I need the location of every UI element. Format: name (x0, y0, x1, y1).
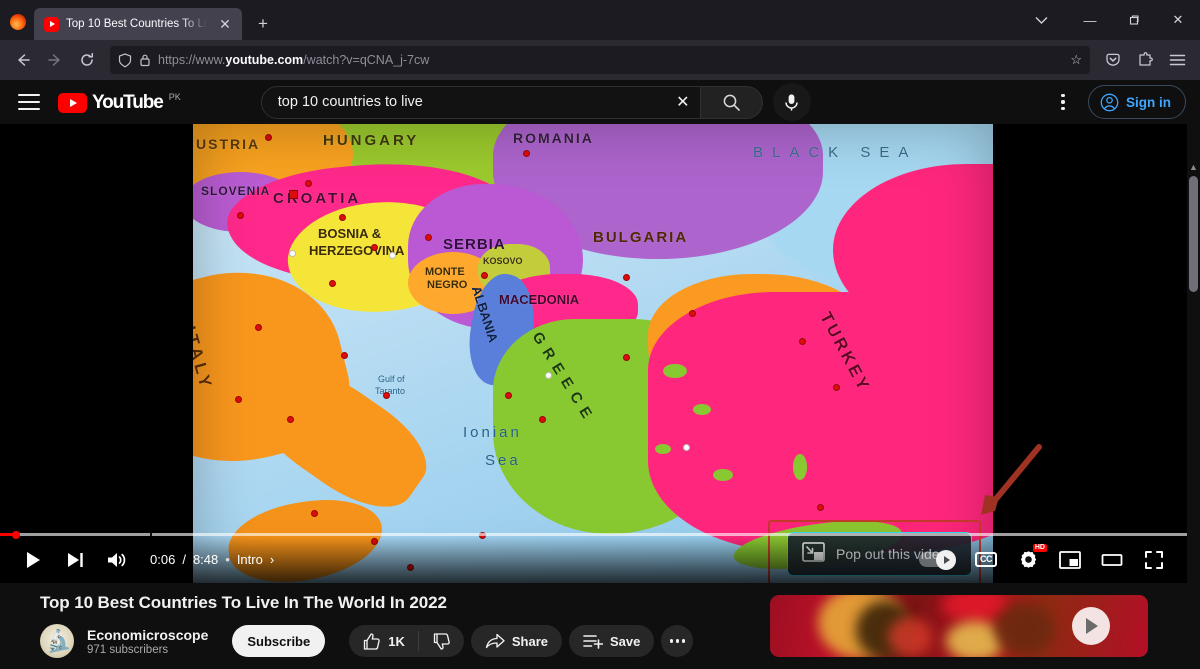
url-text: https://www.youtube.com/watch?v=qCNA_j-7… (158, 53, 429, 67)
youtube-masthead: YouTube PK top 10 countries to live ✕ Si… (0, 80, 1200, 124)
video-actions: 1K Share Save (349, 625, 694, 657)
sign-in-button[interactable]: Sign in (1088, 85, 1186, 119)
dislike-button[interactable] (419, 632, 464, 651)
close-window-button[interactable]: ✕ (1156, 5, 1200, 35)
youtube-wordmark: YouTube (92, 91, 164, 113)
url-protocol: https://www. (158, 53, 226, 67)
youtube-play-icon (58, 92, 87, 113)
share-icon (485, 633, 505, 649)
back-icon[interactable] (8, 45, 38, 75)
thumbnail-play-icon (1072, 607, 1110, 645)
masthead-right: Sign in (1046, 85, 1186, 119)
lock-icon[interactable] (139, 53, 151, 67)
settings-button[interactable]: HD (1007, 538, 1049, 582)
save-button[interactable]: Save (569, 625, 655, 657)
total-time: 8:48 (192, 552, 219, 567)
pocket-icon[interactable] (1098, 45, 1128, 75)
chapter-bullet: • (225, 552, 230, 567)
like-button[interactable]: 1K (349, 632, 418, 651)
like-count: 1K (388, 633, 405, 649)
voice-search-button[interactable] (772, 83, 811, 121)
browser-tab[interactable]: Top 10 Best Countries To Live In... ✕ (34, 8, 242, 40)
settings-kebab-icon[interactable] (1046, 85, 1080, 119)
guide-menu-icon[interactable] (18, 94, 40, 110)
more-dots-icon (669, 639, 686, 643)
subscribe-button[interactable]: Subscribe (232, 625, 326, 657)
time-separator: / (182, 552, 186, 567)
channel-avatar[interactable]: 🔬 (40, 624, 74, 658)
autoplay-toggle[interactable] (919, 549, 956, 570)
chapter-name[interactable]: Intro (237, 552, 263, 567)
country-code-label: PK (168, 91, 181, 102)
account-circle-icon (1100, 93, 1119, 111)
search-area: top 10 countries to live ✕ (260, 83, 811, 121)
annotation-arrow-icon (975, 439, 1047, 519)
fullscreen-button[interactable] (1133, 538, 1175, 582)
volume-button[interactable] (96, 538, 138, 582)
browser-titlebar: Top 10 Best Countries To Live In... ✕ + … (0, 0, 1200, 40)
theater-mode-button[interactable] (1091, 538, 1133, 582)
new-tab-button[interactable]: + (252, 13, 274, 35)
app-menu-icon[interactable] (1162, 45, 1192, 75)
microscope-icon: 🔬 (42, 627, 72, 655)
browser-navbar: https://www.youtube.com/watch?v=qCNA_j-7… (0, 40, 1200, 80)
play-button[interactable] (12, 538, 54, 582)
scrollbar-thumb[interactable] (1189, 176, 1198, 292)
reload-icon[interactable] (72, 45, 102, 75)
next-video-button[interactable] (54, 538, 96, 582)
tab-close-icon[interactable]: ✕ (214, 13, 236, 35)
sign-in-label: Sign in (1126, 94, 1171, 110)
subscriber-count: 971 subscribers (87, 643, 169, 656)
sidebar-thumbnail[interactable] (770, 595, 1148, 657)
video-info-section: Top 10 Best Countries To Live In The Wor… (0, 583, 1200, 669)
tab-title: Top 10 Best Countries To Live In... (66, 18, 207, 30)
captions-button[interactable]: CC (965, 538, 1007, 582)
captions-label: CC (975, 552, 997, 567)
channel-info[interactable]: Economicroscope 971 subscribers (87, 627, 208, 656)
list-all-tabs-icon[interactable] (1014, 5, 1068, 35)
url-path: /watch?v=qCNA_j-7cw (303, 53, 430, 67)
thumbs-down-icon (433, 632, 450, 650)
player-controls: 0:06 / 8:48 • Intro › CC HD (0, 536, 1187, 583)
scroll-up-arrow[interactable]: ▲ (1187, 160, 1200, 174)
miniplayer-button[interactable] (1049, 538, 1091, 582)
save-label: Save (610, 633, 641, 649)
bookmark-star-icon[interactable]: ☆ (1070, 52, 1082, 68)
forward-icon[interactable] (40, 45, 70, 75)
clear-search-icon[interactable]: ✕ (666, 92, 700, 112)
youtube-logo[interactable]: YouTube PK (58, 91, 181, 114)
page-scrollbar[interactable]: ▲ ▼ (1187, 160, 1200, 669)
video-player[interactable]: USTRIA HUNGARY ROMANIA SLOVENIA CROATIA … (0, 124, 1187, 583)
chapter-chevron-icon[interactable]: › (270, 552, 274, 567)
save-playlist-icon (583, 634, 603, 649)
share-label: Share (511, 633, 548, 649)
youtube-page: YouTube PK top 10 countries to live ✕ Si… (0, 80, 1200, 669)
video-frame: USTRIA HUNGARY ROMANIA SLOVENIA CROATIA … (193, 124, 993, 583)
minimize-button[interactable]: — (1068, 5, 1112, 35)
search-button[interactable] (700, 85, 763, 119)
extensions-icon[interactable] (1130, 45, 1160, 75)
quality-hd-badge: HD (1032, 543, 1047, 552)
browser-window: Top 10 Best Countries To Live In... ✕ + … (0, 0, 1200, 669)
youtube-favicon-icon (44, 16, 59, 32)
search-input[interactable]: top 10 countries to live (278, 94, 666, 110)
url-domain: youtube.com (225, 53, 304, 67)
search-box[interactable]: top 10 countries to live ✕ (260, 85, 701, 119)
restore-button[interactable] (1112, 5, 1156, 35)
firefox-logo-icon (10, 14, 26, 30)
current-time: 0:06 (150, 552, 176, 567)
time-display: 0:06 / 8:48 • Intro › (150, 552, 274, 567)
autoplay-knob (936, 549, 956, 570)
channel-name[interactable]: Economicroscope (87, 627, 208, 643)
thumbs-up-icon (364, 632, 380, 650)
player-controls-right: CC HD (909, 538, 1175, 582)
share-button[interactable]: Share (470, 625, 562, 657)
more-actions-button[interactable] (661, 625, 694, 657)
address-bar[interactable]: https://www.youtube.com/watch?v=qCNA_j-7… (110, 46, 1090, 74)
window-controls: — ✕ (1014, 5, 1200, 35)
like-dislike-group: 1K (349, 625, 464, 657)
tracking-shield-icon[interactable] (118, 52, 132, 68)
